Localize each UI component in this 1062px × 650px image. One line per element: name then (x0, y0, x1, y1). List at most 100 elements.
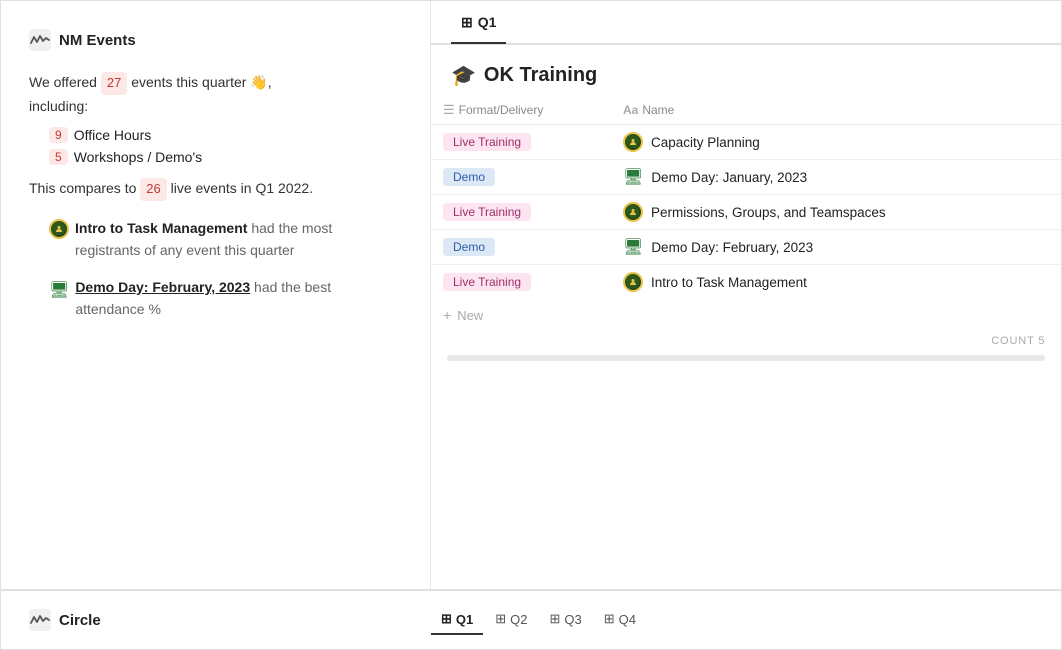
app-container: NM Events We offered 27 events this quar… (0, 0, 1062, 650)
btab-q4-label: Q4 (619, 612, 636, 627)
including-label: including: (29, 98, 88, 114)
plus-icon: + (443, 307, 451, 323)
bottom-bar: Circle ⊞ Q1 ⊞ Q2 ⊞ Q3 ⊞ Q4 (1, 589, 1061, 649)
count-value: 5 (1038, 335, 1045, 347)
btab-q2-label: Q2 (510, 612, 527, 627)
highlight-1-bold: Intro to Task Management (75, 220, 247, 236)
bullet-list: 9 Office Hours 5 Workshops / Demo's (29, 127, 398, 165)
cell-name: Permissions, Groups, and Teamspaces (611, 195, 1061, 230)
compare-count-badge: 26 (140, 178, 166, 201)
highlight-item-2: 🖥 Demo Day: February, 2023 had the best … (49, 276, 398, 321)
nm-avatar (623, 202, 643, 222)
workshops-label: Workshops / Demo's (74, 149, 202, 165)
cell-name: 🖥 Demo Day: January, 2023 (611, 160, 1061, 195)
btab-table-icon: ⊞ (550, 611, 561, 627)
col-name-label: Name (642, 103, 674, 117)
btab-q1-label: Q1 (456, 612, 473, 627)
right-panel: ⊞ Q1 🎓 OK Training ☰ Form (431, 1, 1061, 589)
table-row: Live Training Capacity Planning (431, 125, 1061, 160)
bottom-tab-q3[interactable]: ⊞ Q3 (540, 605, 592, 635)
office-hours-count: 9 (49, 127, 68, 143)
cell-tag: Live Training (431, 195, 611, 230)
cell-tag: Live Training (431, 125, 611, 160)
table-head: ☰ Format/Delivery Aa Name (431, 96, 1061, 125)
data-table: ☰ Format/Delivery Aa Name (431, 96, 1061, 299)
list-item: 5 Workshops / Demo's (49, 149, 398, 165)
workshops-count: 5 (49, 149, 68, 165)
bottom-wave-icon (29, 609, 51, 631)
section-header: 🎓 OK Training (431, 45, 1061, 96)
list-icon: ☰ (443, 102, 455, 118)
btab-table-icon: ⊞ (604, 611, 615, 627)
wave-icon (29, 29, 51, 51)
office-hours-label: Office Hours (74, 127, 152, 143)
highlight-list: Intro to Task Management had the most re… (29, 217, 398, 321)
bottom-left: Circle (21, 609, 411, 631)
monitor-icon: 🖥 (623, 167, 643, 187)
intro-suffix: events this quarter 👋, (131, 74, 271, 90)
nm-avatar (623, 272, 643, 292)
btab-table-icon: ⊞ (441, 611, 452, 627)
tag-live-training: Live Training (443, 133, 531, 151)
main-area: NM Events We offered 27 events this quar… (1, 1, 1061, 589)
intro-prefix: We offered (29, 74, 97, 90)
new-label: New (457, 308, 483, 323)
col-name: Aa Name (611, 96, 1061, 125)
bottom-tab-q4[interactable]: ⊞ Q4 (594, 605, 646, 635)
section-title: OK Training (484, 64, 597, 87)
table-row: Demo 🖥 Demo Day: January, 2023 (431, 160, 1061, 195)
cell-tag: Demo (431, 230, 611, 265)
highlight-2-text: Demo Day: February, 2023 had the best at… (75, 276, 398, 321)
left-panel: NM Events We offered 27 events this quar… (1, 1, 431, 589)
row-1-name: Capacity Planning (651, 135, 760, 150)
table-row: Live Training Permissions, Groups, and T… (431, 195, 1061, 230)
scrollbar[interactable] (447, 355, 1045, 361)
btab-q3-label: Q3 (564, 612, 581, 627)
col-format: ☰ Format/Delivery (431, 96, 611, 125)
count-label: COUNT (991, 335, 1035, 347)
monitor-icon: 🖥 (49, 278, 69, 304)
table-icon: ⊞ (461, 14, 473, 31)
cell-tag: Live Training (431, 265, 611, 300)
col-format-label: Format/Delivery (459, 103, 544, 117)
tag-demo: Demo (443, 168, 495, 186)
bottom-tab-q2[interactable]: ⊞ Q2 (485, 605, 537, 635)
intro-text: We offered 27 events this quarter 👋, inc… (29, 71, 398, 117)
section-emoji: 🎓 (451, 63, 476, 88)
nm-avatar-icon (49, 219, 69, 241)
tab-bar: ⊞ Q1 (431, 1, 1061, 45)
row-5-name: Intro to Task Management (651, 275, 807, 290)
table-area[interactable]: 🎓 OK Training ☰ Format/Delivery (431, 45, 1061, 589)
app-header: NM Events (29, 29, 398, 51)
tag-live-training: Live Training (443, 203, 531, 221)
compare-suffix: live events in Q1 2022. (171, 180, 313, 196)
table-row: Live Training Intro to Task Management (431, 265, 1061, 300)
app-title: NM Events (59, 32, 136, 49)
compare-prefix: This compares to (29, 180, 136, 196)
cell-name: Capacity Planning (611, 125, 1061, 160)
bottom-tab-q1[interactable]: ⊞ Q1 (431, 605, 483, 635)
events-count-badge: 27 (101, 72, 127, 95)
highlight-item-1: Intro to Task Management had the most re… (49, 217, 398, 262)
cell-name: 🖥 Demo Day: February, 2023 (611, 230, 1061, 265)
tag-demo: Demo (443, 238, 495, 256)
compare-text: This compares to 26 live events in Q1 20… (29, 177, 398, 201)
highlight-1-text: Intro to Task Management had the most re… (75, 217, 398, 262)
header-row: ☰ Format/Delivery Aa Name (431, 96, 1061, 125)
row-2-name: Demo Day: January, 2023 (651, 170, 807, 185)
nm-avatar (623, 132, 643, 152)
new-row-button[interactable]: + New (431, 299, 1061, 331)
cell-name: Intro to Task Management (611, 265, 1061, 300)
count-row: COUNT 5 (431, 331, 1061, 355)
tab-q1[interactable]: ⊞ Q1 (451, 2, 506, 44)
bottom-left-title: Circle (59, 612, 101, 629)
list-item: 9 Office Hours (49, 127, 398, 143)
tab-q1-label: Q1 (478, 14, 497, 30)
bottom-tabs: ⊞ Q1 ⊞ Q2 ⊞ Q3 ⊞ Q4 (411, 605, 646, 635)
table-row: Demo 🖥 Demo Day: February, 2023 (431, 230, 1061, 265)
tag-live-training: Live Training (443, 273, 531, 291)
table-body: Live Training Capacity Planning (431, 125, 1061, 300)
cell-tag: Demo (431, 160, 611, 195)
monitor-icon: 🖥 (623, 237, 643, 257)
row-4-name: Demo Day: February, 2023 (651, 240, 813, 255)
